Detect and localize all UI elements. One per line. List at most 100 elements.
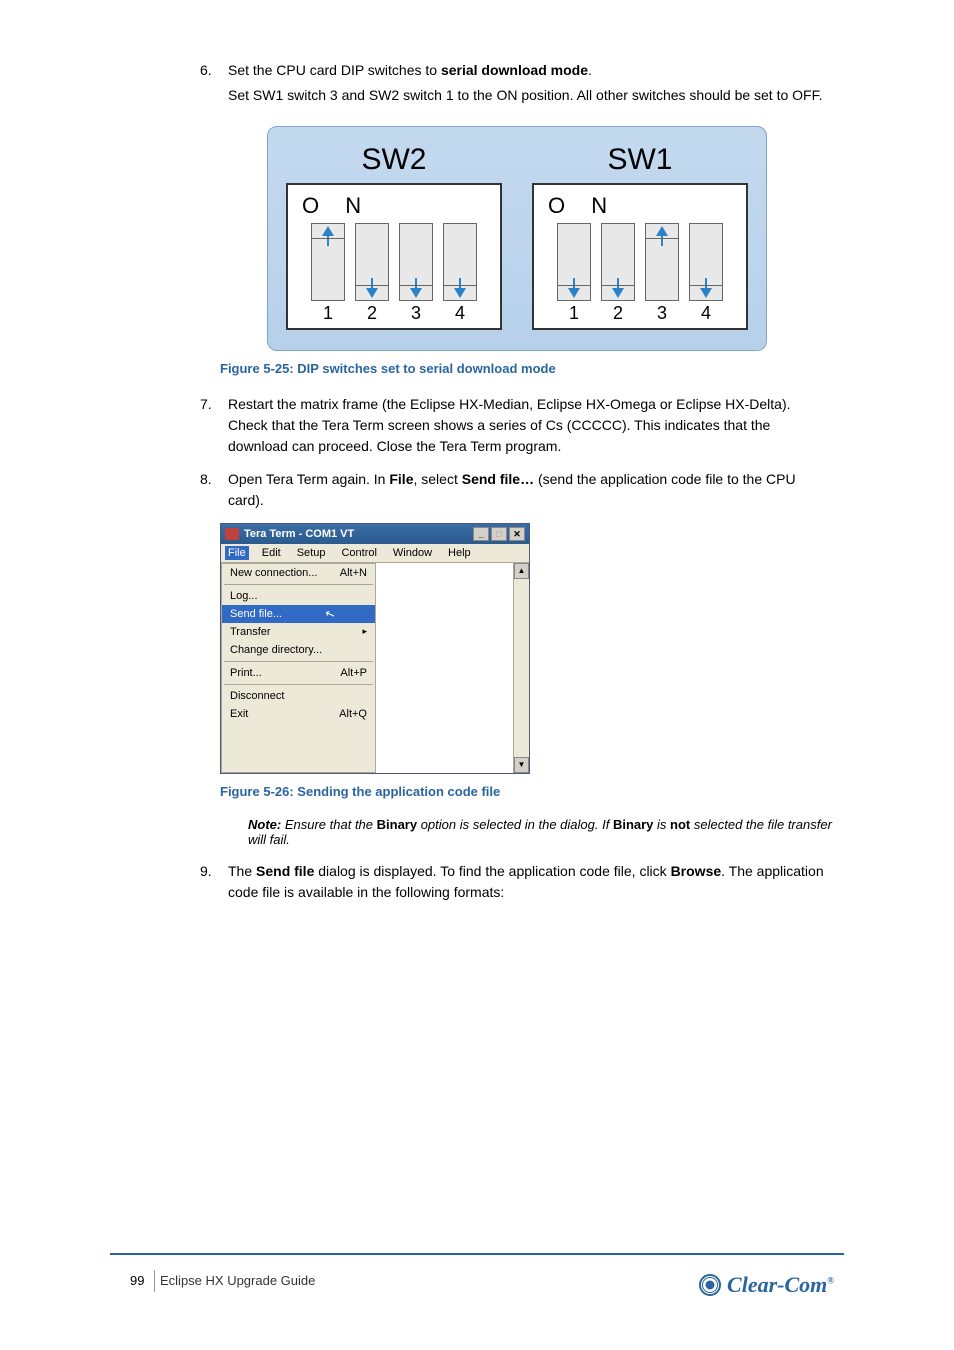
dip-switch: 1 [557, 223, 591, 324]
guide-title: Eclipse HX Upgrade Guide [160, 1273, 315, 1288]
step-8: 8. Open Tera Term again. In File, select… [200, 469, 834, 511]
text-bold: Send file [256, 863, 314, 879]
sw1-block: SW1 O N 1 2 3 4 [532, 143, 748, 330]
menu-item[interactable]: Transfer [222, 623, 375, 641]
menu-item[interactable]: Print...Alt+P [222, 664, 375, 682]
minimize-button[interactable]: _ [473, 527, 489, 541]
text: Set SW1 switch 3 and SW2 switch 1 to the… [228, 85, 834, 106]
text: The [228, 863, 256, 879]
app-icon [225, 528, 239, 540]
dip-switch: 4 [443, 223, 477, 324]
menu-control[interactable]: Control [338, 546, 379, 560]
menu-item[interactable]: Disconnect [222, 687, 375, 705]
switch-number: 3 [657, 303, 667, 324]
dip-switch: 2 [601, 223, 635, 324]
menu-shortcut: Alt+P [340, 667, 367, 679]
menu-edit[interactable]: Edit [259, 546, 284, 560]
switch-number: 1 [569, 303, 579, 324]
terminal-area: ▲ ▼ [376, 563, 529, 773]
step-number: 6. [200, 60, 228, 110]
text: . [588, 62, 592, 78]
on-label: O N [540, 193, 740, 219]
menu-window[interactable]: Window [390, 546, 435, 560]
menu-item-label: Send file... [230, 608, 282, 620]
dip-switch: 3 [399, 223, 433, 324]
footer-separator [154, 1270, 155, 1292]
note-label: Note: [248, 817, 281, 832]
step-body: Set the CPU card DIP switches to serial … [228, 60, 834, 110]
switch-number: 2 [367, 303, 377, 324]
text: is [653, 817, 670, 832]
step-body: Open Tera Term again. In File, select Se… [228, 469, 834, 511]
step-body: The Send file dialog is displayed. To fi… [228, 861, 834, 903]
text: , select [413, 471, 461, 487]
text-bold: serial download mode [441, 62, 588, 78]
brand-icon [699, 1274, 721, 1296]
on-label: O N [294, 193, 494, 219]
text-bold: Binary [613, 817, 653, 832]
menu-setup[interactable]: Setup [294, 546, 329, 560]
scroll-up-button[interactable]: ▲ [514, 563, 529, 579]
menu-help[interactable]: Help [445, 546, 474, 560]
dip-switch: 4 [689, 223, 723, 324]
dip-switch: 3 [645, 223, 679, 324]
window-title: Tera Term - COM1 VT [244, 528, 473, 540]
close-button[interactable]: ✕ [509, 527, 525, 541]
menu-separator [224, 661, 373, 662]
menu-separator [224, 584, 373, 585]
figure-caption-2: Figure 5-26: Sending the application cod… [200, 784, 834, 799]
file-menu-dropdown: New connection...Alt+NLog...Send file...… [221, 563, 376, 773]
switch-number: 3 [411, 303, 421, 324]
scroll-down-button[interactable]: ▼ [514, 757, 529, 773]
window-titlebar: Tera Term - COM1 VT _ □ ✕ [221, 524, 529, 544]
brand-logo: Clear-Com® [699, 1272, 834, 1298]
text: Ensure that the [285, 817, 377, 832]
step-body: Restart the matrix frame (the Eclipse HX… [228, 394, 834, 457]
step-9: 9. The Send file dialog is displayed. To… [200, 861, 834, 903]
text: Set the CPU card DIP switches to [228, 62, 441, 78]
step-7: 7. Restart the matrix frame (the Eclipse… [200, 394, 834, 457]
menu-file[interactable]: File [225, 546, 249, 560]
menu-item-label: Disconnect [230, 690, 284, 702]
menu-item-label: Exit [230, 708, 248, 720]
sw2-title: SW2 [286, 143, 502, 177]
maximize-button[interactable]: □ [491, 527, 507, 541]
menu-shortcut: Alt+N [340, 567, 367, 579]
text-bold: not [670, 817, 690, 832]
step-number: 9. [200, 861, 228, 903]
dip-switch: 2 [355, 223, 389, 324]
step-number: 7. [200, 394, 228, 457]
switch-number: 1 [323, 303, 333, 324]
switch-number: 2 [613, 303, 623, 324]
brand-name: Clear-Com [727, 1272, 827, 1297]
text-bold: Send file… [462, 471, 534, 487]
sw2-block: SW2 O N 1 2 3 4 [286, 143, 502, 330]
text: Open Tera Term again. In [228, 471, 389, 487]
switch-number: 4 [701, 303, 711, 324]
scrollbar[interactable]: ▲ ▼ [513, 563, 529, 773]
figure-caption-1: Figure 5-25: DIP switches set to serial … [200, 361, 834, 376]
sw1-title: SW1 [532, 143, 748, 177]
teraterm-screenshot: Tera Term - COM1 VT _ □ ✕ File Edit Setup C… [220, 523, 834, 774]
text: option is selected in the dialog. If [417, 817, 613, 832]
menu-item-label: Transfer [230, 626, 271, 638]
text-bold: Browse [671, 863, 722, 879]
menu-item[interactable]: Exit Alt+Q [222, 705, 375, 723]
menu-shortcut: Alt+Q [339, 708, 367, 720]
menubar: File Edit Setup Control Window Help [221, 544, 529, 563]
menu-separator [224, 684, 373, 685]
dip-switch-figure: SW2 O N 1 2 3 4 SW1 O N 1 2 3 4 [267, 126, 767, 351]
dip-switch: 1 [311, 223, 345, 324]
footer-divider [110, 1253, 844, 1255]
page-number: 99 [130, 1273, 144, 1288]
text-bold: File [389, 471, 413, 487]
menu-item[interactable]: Change directory... [222, 641, 375, 659]
step-6: 6. Set the CPU card DIP switches to seri… [200, 60, 834, 110]
menu-item-label: Change directory... [230, 644, 322, 656]
menu-item[interactable]: Send file...↖ [222, 605, 375, 623]
brand-registered: ® [827, 1276, 834, 1286]
note: Note: Ensure that the Binary option is s… [248, 817, 834, 847]
text-bold: Binary [377, 817, 417, 832]
menu-item[interactable]: New connection...Alt+N [222, 564, 375, 582]
menu-item[interactable]: Log... [222, 587, 375, 605]
